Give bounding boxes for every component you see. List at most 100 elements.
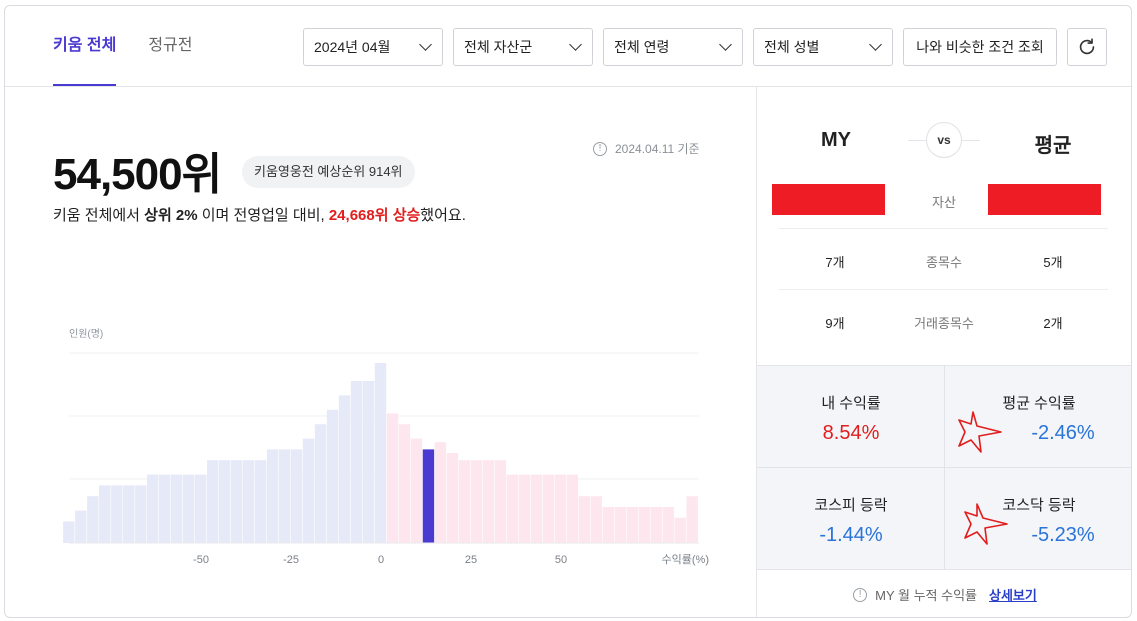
histogram-bar xyxy=(254,460,267,543)
histogram-bar xyxy=(75,510,87,543)
histogram-bar xyxy=(638,507,650,543)
expected-rank-badge: 키움영웅전 예상순위 914위 xyxy=(242,156,415,188)
my-asset-redacted xyxy=(772,184,885,215)
return-distribution-chart: 인원(명) -50 -25 0 25 50 수익률(%) xyxy=(63,328,709,566)
my-return-label: 내 수익률 xyxy=(821,395,881,412)
summary-mid: 이며 전영업일 대비, xyxy=(197,207,329,224)
as-of-date: ! 2024.04.11 기준 xyxy=(593,140,700,157)
month-select[interactable]: 2024년 04월 xyxy=(303,28,443,66)
tab-regular[interactable]: 정규전 xyxy=(148,6,192,86)
histogram-bar xyxy=(626,507,638,543)
ranking-card: 키움 전체 정규전 2024년 04월 전체 자산군 전체 연령 전체 성별 나… xyxy=(4,5,1132,618)
y-axis-label: 인원(명) xyxy=(69,328,103,340)
similar-conditions-button[interactable]: 나와 비슷한 조건 조회 xyxy=(903,28,1057,66)
histogram-bar xyxy=(362,381,375,543)
histogram-bar xyxy=(470,460,483,543)
histogram-bar xyxy=(602,507,614,543)
histogram-bar xyxy=(230,460,243,543)
x-tick-label: -25 xyxy=(283,554,299,566)
histogram-bar xyxy=(266,449,279,543)
compare-my-label: MY xyxy=(821,129,851,151)
histogram-bar xyxy=(218,460,231,543)
my-holdings-count: 7개 xyxy=(825,255,845,270)
kospi-label: 코스피 등락 xyxy=(814,497,888,514)
histogram-bar xyxy=(422,449,435,543)
refresh-icon xyxy=(1079,38,1095,55)
chevron-down-icon xyxy=(719,38,732,51)
histogram-bar xyxy=(350,381,363,543)
chevron-down-icon xyxy=(869,38,882,51)
histogram-bar xyxy=(518,474,531,543)
avg-traded-count: 2개 xyxy=(1043,316,1063,331)
histogram-bar xyxy=(374,363,387,543)
histogram-bar xyxy=(554,474,567,543)
histogram-bar xyxy=(87,496,99,543)
info-icon: ! xyxy=(853,587,868,602)
histogram-bar xyxy=(650,507,662,543)
compare-divider xyxy=(779,228,1108,229)
histogram-bar xyxy=(482,460,495,543)
histogram-bar xyxy=(674,517,686,543)
asset-group-select[interactable]: 전체 자산군 xyxy=(453,28,593,66)
histogram-bar xyxy=(147,474,159,543)
x-tick-label: 50 xyxy=(555,554,567,566)
chevron-down-icon xyxy=(419,38,432,51)
summary-top-percent: 상위 2% xyxy=(144,207,198,224)
histogram-bar xyxy=(458,460,471,543)
compare-avg-label: 평균 xyxy=(1034,135,1072,157)
age-select-value: 전체 연령 xyxy=(614,39,670,55)
histogram-bar xyxy=(506,474,519,543)
avg-holdings-count: 5개 xyxy=(1043,255,1063,270)
summary-prefix: 키움 전체에서 xyxy=(53,207,145,224)
rank-summary: 키움 전체에서 상위 2% 이며 전영업일 대비, 24,668위 상승했어요. xyxy=(53,204,466,225)
header-divider xyxy=(5,86,1131,87)
info-icon: ! xyxy=(593,141,607,156)
histogram-bar xyxy=(123,485,135,543)
histogram-bar xyxy=(135,485,147,543)
star-icon xyxy=(964,503,1008,545)
histogram-bar xyxy=(662,507,674,543)
details-link[interactable]: 상세보기 xyxy=(989,585,1037,604)
histogram-bar xyxy=(578,496,590,543)
histogram-bar xyxy=(590,496,602,543)
histogram-bar xyxy=(206,460,219,543)
holdings-count-label: 종목수 xyxy=(926,255,962,270)
histogram-bar xyxy=(398,424,411,543)
vs-line-right xyxy=(962,140,980,141)
histogram-bar xyxy=(314,424,327,543)
gender-select[interactable]: 전체 성별 xyxy=(753,28,893,66)
returns-grid-hdivider xyxy=(757,467,1131,468)
vs-badge: vs xyxy=(926,122,962,158)
traded-count-label: 거래종목수 xyxy=(914,316,974,331)
histogram-bar xyxy=(159,474,171,543)
x-tick-label: -50 xyxy=(193,554,209,566)
histogram-bar xyxy=(530,474,543,543)
histogram-bar xyxy=(566,474,579,543)
vs-line-left xyxy=(908,140,926,141)
histogram-bar xyxy=(183,474,195,543)
histogram-bar xyxy=(410,438,423,543)
histogram-bar xyxy=(278,449,291,543)
histogram-bar xyxy=(194,474,207,543)
returns-grid: 내 수익률 8.54% 평균 수익률 -2.46% 코스피 등락 -1.44% … xyxy=(757,365,1131,570)
age-select[interactable]: 전체 연령 xyxy=(603,28,743,66)
asset-label: 자산 xyxy=(932,195,956,210)
histogram-bar xyxy=(542,474,555,543)
histogram-bar xyxy=(326,409,339,543)
compare-divider xyxy=(779,289,1108,290)
histogram-bar xyxy=(63,521,75,543)
x-axis-label: 수익률(%) xyxy=(662,553,709,566)
my-return-value: 8.54% xyxy=(822,422,880,444)
histogram-bar xyxy=(686,496,698,543)
tab-bar: 키움 전체 정규전 xyxy=(53,6,225,86)
star-icon xyxy=(958,411,1002,453)
refresh-button[interactable] xyxy=(1067,28,1107,66)
tab-kiwoom-all[interactable]: 키움 전체 xyxy=(53,6,117,86)
month-select-value: 2024년 04월 xyxy=(314,39,391,55)
summary-suffix: 했어요. xyxy=(420,207,466,224)
histogram-bar xyxy=(614,507,626,543)
histogram-bar xyxy=(111,485,123,543)
histogram-bar xyxy=(338,395,351,543)
x-tick-label: 25 xyxy=(465,554,477,566)
avg-asset-redacted xyxy=(988,184,1101,215)
